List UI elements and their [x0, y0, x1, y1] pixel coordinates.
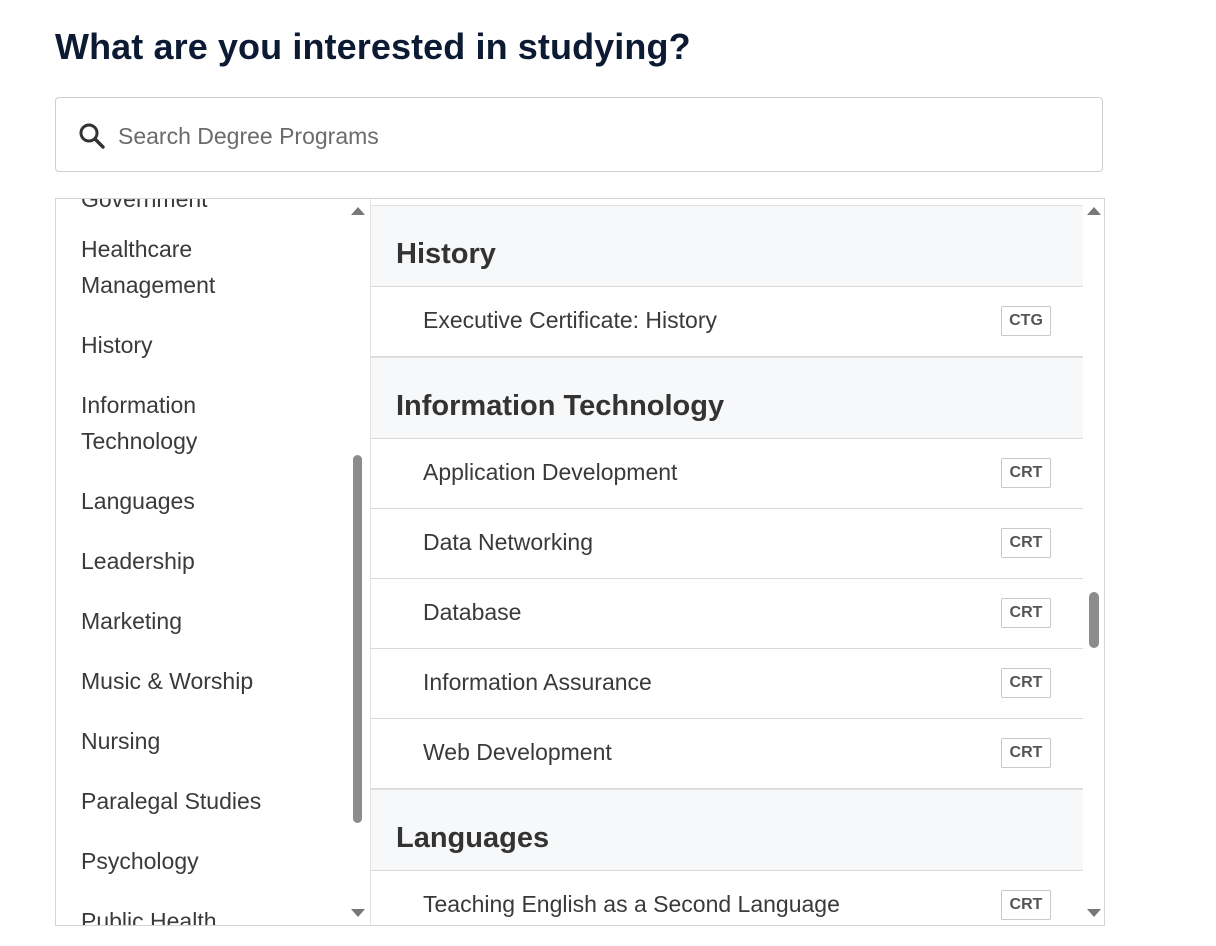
category-item-healthcare-management[interactable]: Healthcare Management [56, 231, 266, 303]
program-row[interactable]: Executive Certificate: History CTG [371, 287, 1083, 357]
group-heading-information-technology: Information Technology [371, 357, 1083, 439]
program-type-badge: CRT [1001, 528, 1051, 558]
program-row[interactable]: Teaching English as a Second Language CR… [371, 871, 1083, 925]
program-row[interactable]: Application Development CRT [371, 439, 1083, 509]
scroll-down-arrow-icon[interactable] [1087, 909, 1101, 917]
category-item-paralegal-studies[interactable]: Paralegal Studies [56, 783, 346, 819]
search-icon [79, 123, 105, 149]
program-type-badge: CRT [1001, 738, 1051, 768]
category-item-psychology[interactable]: Psychology [56, 843, 346, 879]
program-type-badge: CRT [1001, 668, 1051, 698]
program-row[interactable]: Information Assurance CRT [371, 649, 1083, 719]
program-scrollbar-thumb[interactable] [1089, 592, 1099, 648]
category-item-music-worship[interactable]: Music & Worship [56, 663, 346, 699]
category-item-languages[interactable]: Languages [56, 483, 346, 519]
category-item-information-technology[interactable]: Information Technology [56, 387, 266, 459]
scroll-up-arrow-icon[interactable] [1087, 207, 1101, 215]
search-box[interactable] [55, 97, 1103, 172]
category-scrollbar[interactable] [346, 199, 370, 925]
program-type-badge: CRT [1001, 890, 1051, 920]
program-type-badge: CTG [1001, 306, 1051, 336]
program-name: Teaching English as a Second Language [423, 891, 840, 917]
program-name: Application Development [423, 459, 678, 485]
category-item-government[interactable]: Government [56, 199, 346, 217]
category-scrollbar-thumb[interactable] [353, 455, 362, 823]
program-type-badge: CRT [1001, 598, 1051, 628]
category-list: Government Healthcare Management History… [56, 199, 346, 925]
program-name: Executive Certificate: History [423, 307, 717, 333]
program-type-badge: CRT [1001, 458, 1051, 488]
category-item-marketing[interactable]: Marketing [56, 603, 346, 639]
program-browser: Government Healthcare Management History… [55, 198, 1105, 926]
scroll-down-arrow-icon[interactable] [351, 909, 365, 917]
program-row[interactable]: Database CRT [371, 579, 1083, 649]
category-item-nursing[interactable]: Nursing [56, 723, 346, 759]
category-list-pane: Government Healthcare Management History… [56, 199, 370, 925]
search-input[interactable] [116, 116, 1080, 156]
program-scrollbar[interactable] [1083, 199, 1104, 925]
page-title: What are you interested in studying? [55, 26, 691, 67]
program-row[interactable]: Web Development CRT [371, 719, 1083, 789]
program-name: Database [423, 599, 522, 625]
program-list-pane: History Executive Certificate: History C… [370, 199, 1104, 925]
program-row[interactable]: Data Networking CRT [371, 509, 1083, 579]
category-item-public-health[interactable]: Public Health [56, 903, 346, 925]
scroll-up-arrow-icon[interactable] [351, 207, 365, 215]
group-heading-history: History [371, 205, 1083, 287]
program-list: History Executive Certificate: History C… [371, 205, 1083, 925]
category-item-history[interactable]: History [56, 327, 346, 363]
group-heading-languages: Languages [371, 789, 1083, 871]
program-name: Information Assurance [423, 669, 652, 695]
program-name: Data Networking [423, 529, 594, 555]
category-item-leadership[interactable]: Leadership [56, 543, 346, 579]
program-name: Web Development [423, 739, 612, 765]
